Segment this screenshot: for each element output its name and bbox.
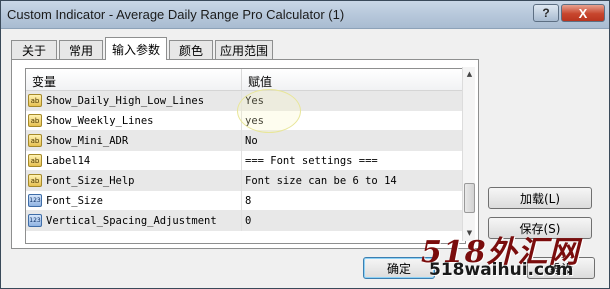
scroll-up-icon[interactable]: ▲ xyxy=(464,68,475,80)
parameter-name: Font_Size_Help xyxy=(46,175,135,187)
string-type-icon: ab xyxy=(28,114,42,127)
help-icon: ? xyxy=(542,6,550,20)
cell-divider xyxy=(241,171,242,191)
close-button[interactable]: X xyxy=(561,4,605,22)
parameter-value[interactable]: 0 xyxy=(245,215,251,227)
highlight-circle xyxy=(237,89,301,133)
parameter-name: Show_Mini_ADR xyxy=(46,135,129,147)
scroll-thumb[interactable] xyxy=(464,183,475,213)
column-header-value[interactable]: 赋值 xyxy=(248,73,272,90)
parameter-value[interactable]: 8 xyxy=(245,195,251,207)
parameter-name: Show_Daily_High_Low_Lines xyxy=(46,95,205,107)
parameter-value[interactable]: Font size can be 6 to 14 xyxy=(245,175,397,187)
cell-divider xyxy=(241,211,242,231)
window-title: Custom Indicator - Average Daily Range P… xyxy=(7,7,345,22)
tab-about[interactable]: 关于 xyxy=(11,40,57,60)
table-row[interactable]: 123 Vertical_Spacing_Adjustment 0 xyxy=(26,211,462,231)
help-button[interactable]: ? xyxy=(533,4,559,22)
string-type-icon: ab xyxy=(28,134,42,147)
load-button[interactable]: 加载(L) xyxy=(488,187,592,209)
cell-divider xyxy=(241,131,242,151)
parameter-name: Label14 xyxy=(46,155,91,167)
parameter-name: Font_Size xyxy=(46,195,103,207)
tab-panel: 变量 赋值 ab Show_Daily_High_Low_Lines Yes a… xyxy=(11,59,479,249)
close-icon: X xyxy=(578,5,588,21)
vertical-scrollbar[interactable]: ▲ ▼ xyxy=(462,67,475,241)
parameter-name: Vertical_Spacing_Adjustment xyxy=(46,215,217,227)
tab-visualization[interactable]: 应用范围 xyxy=(215,40,273,60)
parameter-value[interactable]: No xyxy=(245,135,258,147)
save-button[interactable]: 保存(S) xyxy=(488,217,592,239)
integer-type-icon: 123 xyxy=(28,214,42,227)
tab-inputs[interactable]: 输入参数 xyxy=(105,37,167,60)
string-type-icon: ab xyxy=(28,94,42,107)
reset-button[interactable]: 重设 xyxy=(527,257,595,279)
parameter-value[interactable]: === Font settings === xyxy=(245,155,378,167)
column-header-variable[interactable]: 变量 xyxy=(32,73,56,90)
tab-colors[interactable]: 颜色 xyxy=(169,40,213,60)
title-bar[interactable]: Custom Indicator - Average Daily Range P… xyxy=(1,1,609,29)
dialog-window: Custom Indicator - Average Daily Range P… xyxy=(0,0,610,289)
integer-type-icon: 123 xyxy=(28,194,42,207)
cell-divider xyxy=(241,151,242,171)
string-type-icon: ab xyxy=(28,154,42,167)
grid-header: 变量 赋值 xyxy=(26,69,462,91)
table-row[interactable]: ab Show_Mini_ADR No xyxy=(26,131,462,151)
column-divider[interactable] xyxy=(241,69,242,91)
table-row[interactable]: 123 Font_Size 8 xyxy=(26,191,462,211)
string-type-icon: ab xyxy=(28,174,42,187)
table-row[interactable]: ab Font_Size_Help Font size can be 6 to … xyxy=(26,171,462,191)
scroll-down-icon[interactable]: ▼ xyxy=(464,227,475,239)
cell-divider xyxy=(241,191,242,211)
parameter-name: Show_Weekly_Lines xyxy=(46,115,154,127)
ok-button[interactable]: 确定 xyxy=(363,257,435,279)
table-row[interactable]: ab Label14 === Font settings === xyxy=(26,151,462,171)
tab-common[interactable]: 常用 xyxy=(59,40,103,60)
